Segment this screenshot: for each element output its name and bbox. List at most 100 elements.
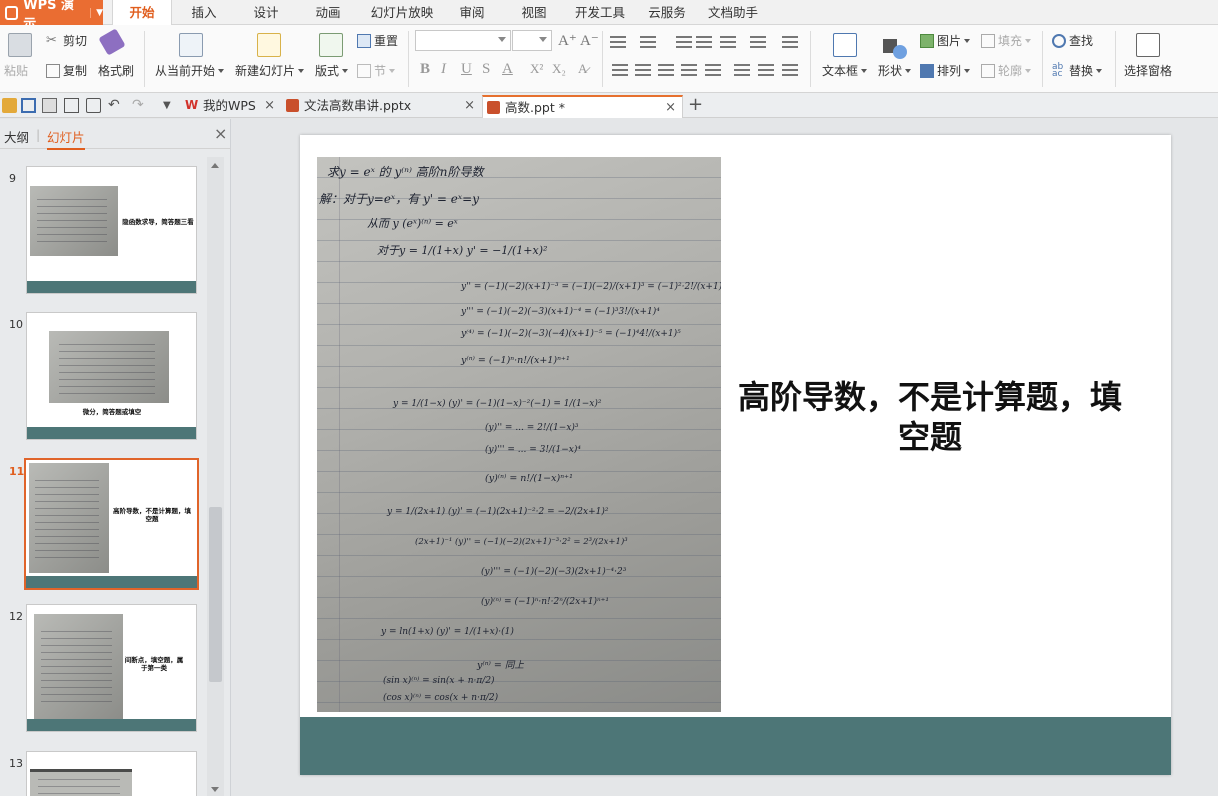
tab-slideshow[interactable]: 幻灯片放映 (364, 0, 440, 25)
doc-tab-pptx[interactable]: 文法高数串讲.pptx × (282, 95, 481, 118)
align-text-icon[interactable] (782, 36, 798, 48)
paste-button[interactable] (8, 33, 32, 57)
font-size-select[interactable] (512, 30, 552, 51)
font-name-select[interactable] (415, 30, 511, 51)
open-folder-icon[interactable] (2, 98, 17, 113)
format-painter-button[interactable] (98, 28, 126, 56)
new-slide-button[interactable] (257, 33, 281, 57)
fill-button[interactable]: 填充 (981, 32, 1032, 49)
app-menu-button[interactable]: WPS 演示 ▼ (0, 0, 103, 32)
tab-developer[interactable]: 开发工具 (570, 0, 630, 25)
save-icon[interactable] (21, 98, 36, 113)
tab-cloud[interactable]: 云服务 (643, 0, 691, 25)
font-size-up-button[interactable]: A⁺ (558, 31, 577, 50)
section-button[interactable]: 节 (357, 62, 396, 79)
slide-footer-bar (300, 717, 1171, 775)
hw-line: y = 1/(2x+1) (y)' = (−1)(2x+1)⁻²·2 = −2/… (387, 507, 609, 517)
redo-icon[interactable]: ↷ (132, 98, 147, 113)
picture-icon (920, 33, 934, 48)
paste-icon (8, 33, 32, 57)
line-spacing-icon[interactable] (734, 64, 750, 76)
scrollbar-thumb[interactable] (209, 507, 222, 682)
tab-outline[interactable]: 大纲 (4, 127, 29, 146)
slide-number: 12 (9, 610, 23, 623)
decrease-indent-icon[interactable] (676, 36, 692, 48)
slide-thumbnail-13[interactable] (26, 751, 197, 796)
thumbnail-photo (34, 614, 123, 719)
subscript-button[interactable]: X₂ (552, 61, 566, 77)
clear-format-button[interactable]: A̷ (578, 61, 587, 77)
scroll-down-icon[interactable] (211, 787, 219, 792)
justify-icon[interactable] (681, 64, 697, 76)
slide-thumbnail-11[interactable]: 高阶导数，不是计算题，填空题 (24, 458, 199, 590)
textbox-button[interactable] (833, 33, 857, 57)
outline-button[interactable]: 轮廓 (981, 62, 1032, 79)
menu-bar: WPS 演示 ▼ 开始 插入 设计 动画 幻灯片放映 审阅 视图 开发工具 云服… (0, 0, 1218, 32)
columns-icon[interactable] (750, 36, 766, 48)
selection-pane-button[interactable] (1136, 33, 1160, 57)
shape-button[interactable] (883, 33, 907, 59)
copy-button[interactable]: 复制 (46, 62, 87, 79)
slide-thumbnail-12[interactable]: 间断点，填空题，属于第一类 (26, 604, 197, 732)
doc-tab-active[interactable]: 高数.ppt * × (482, 95, 683, 118)
paragraph-spacing-icon[interactable] (758, 64, 774, 76)
increase-indent-icon[interactable] (696, 36, 712, 48)
shadow-button[interactable]: S (482, 61, 490, 78)
arrange-button[interactable]: 排列 (920, 62, 971, 79)
tab-review[interactable]: 审阅 (448, 0, 496, 25)
tab-animation[interactable]: 动画 (302, 0, 354, 25)
picture-button[interactable]: 图片 (920, 32, 971, 49)
tab-slides[interactable]: 幻灯片 (47, 127, 85, 150)
print-preview-icon[interactable] (86, 98, 101, 113)
slide-thumbnail-10[interactable]: 微分，简答题或填空 (26, 312, 197, 440)
tab-doc-assistant[interactable]: 文档助手 (703, 0, 763, 25)
tab-home[interactable]: 开始 (112, 0, 172, 26)
close-panel-icon[interactable]: × (214, 124, 227, 143)
reset-button[interactable]: 重置 (357, 32, 398, 49)
undo-icon[interactable]: ↶ (108, 98, 123, 113)
hw-line: 从而 y (eˣ)⁽ⁿ⁾ = eˣ (367, 217, 458, 230)
bold-button[interactable]: B (420, 61, 430, 78)
handwritten-notes-photo[interactable]: 求y = eˣ 的 y⁽ⁿ⁾ 高阶n阶导数 解：对于y=eˣ，有 y' = eˣ… (317, 157, 721, 712)
align-center-icon[interactable] (635, 64, 651, 76)
paste-label: 粘贴 (4, 64, 29, 78)
tab-view[interactable]: 视图 (512, 0, 556, 25)
tab-design[interactable]: 设计 (240, 0, 292, 25)
textbox-label: 文本框 (822, 62, 868, 79)
italic-button[interactable]: I (441, 61, 446, 78)
distribute-icon[interactable] (705, 64, 721, 76)
underline-button[interactable]: U (461, 61, 472, 78)
tab-insert[interactable]: 插入 (178, 0, 230, 25)
bullet-list-icon[interactable] (610, 36, 626, 48)
slide-thumbnail-9[interactable]: 隐函数求导，简答题三看 (26, 166, 197, 294)
font-color-button[interactable]: A (502, 61, 513, 78)
hw-line: y = 1/(1−x) (y)' = (−1)(1−x)⁻²(−1) = 1/(… (393, 399, 602, 409)
doc-tab-my-wps[interactable]: W 我的WPS × (181, 95, 281, 118)
from-current-slide-button[interactable] (179, 33, 203, 57)
close-icon[interactable]: × (464, 95, 475, 116)
align-left-icon[interactable] (612, 64, 628, 76)
hw-line: (y)⁽ⁿ⁾ = (−1)ⁿ·n!·2ⁿ/(2x+1)ⁿ⁺¹ (481, 597, 610, 607)
paragraph-settings-icon[interactable] (782, 64, 798, 76)
align-right-icon[interactable] (658, 64, 674, 76)
replace-button[interactable]: ab ac 替换 (1052, 62, 1103, 79)
scroll-up-icon[interactable] (211, 163, 219, 168)
slide-canvas[interactable]: 求y = eˣ 的 y⁽ⁿ⁾ 高阶n阶导数 解：对于y=eˣ，有 y' = eˣ… (300, 135, 1171, 775)
print-icon[interactable] (64, 98, 79, 113)
close-icon[interactable]: × (665, 97, 676, 118)
superscript-button[interactable]: X² (530, 61, 543, 77)
thumbnail-scrollbar[interactable] (207, 157, 224, 796)
numbered-list-icon[interactable] (640, 36, 656, 48)
hw-line: (y)''' = (−1)(−2)(−3)(2x+1)⁻⁴·2³ (481, 567, 627, 577)
cut-button[interactable]: ✂ 剪切 (46, 32, 87, 49)
export-pdf-icon[interactable] (42, 98, 57, 113)
slide-title[interactable]: 高阶导数，不是计算题，填空题 (730, 377, 1130, 457)
new-tab-plus-icon[interactable]: + (688, 94, 703, 115)
layout-button[interactable] (319, 33, 343, 57)
hw-line: (sin x)⁽ⁿ⁾ = sin(x + n·π/2) (383, 676, 495, 686)
font-size-down-button[interactable]: A⁻ (580, 31, 599, 50)
find-button[interactable]: 查找 (1052, 32, 1093, 49)
text-direction-icon[interactable] (720, 36, 736, 48)
close-icon[interactable]: × (264, 95, 275, 116)
customize-dropdown-icon[interactable]: ▼ (163, 98, 178, 113)
